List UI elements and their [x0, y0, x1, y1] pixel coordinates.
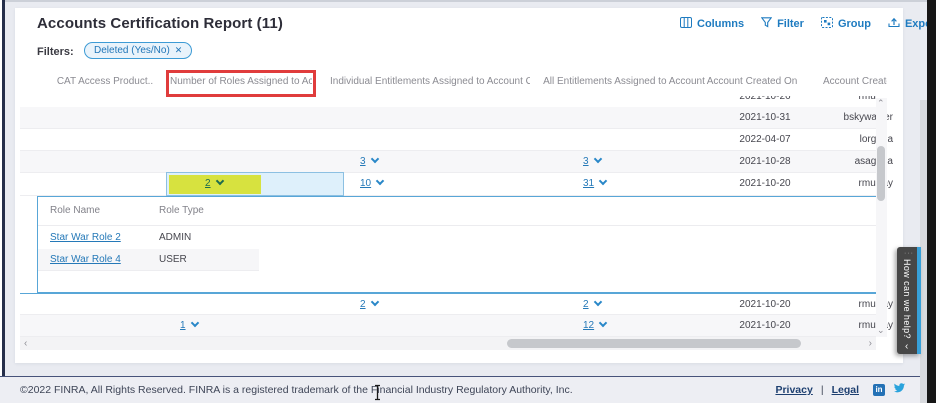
role-row[interactable]: Star War Role 2 ADMIN	[38, 227, 877, 249]
filter-icon	[761, 17, 772, 31]
scroll-left-icon[interactable]: ‹	[24, 337, 27, 350]
col-header-created-on[interactable]: Account Created On	[702, 76, 802, 87]
chevron-down-icon[interactable]	[376, 177, 384, 185]
app-window: Accounts Certification Report (11) Colum…	[0, 0, 936, 403]
all-entitlements-link[interactable]: 3	[583, 151, 601, 173]
group-button[interactable]: Group	[821, 17, 871, 31]
help-tab-label: How can we help?	[902, 259, 912, 339]
all-entitlements-link[interactable]: 2	[583, 294, 601, 316]
table-row-clipped[interactable]: 2021-10-26 rmurray	[20, 96, 876, 107]
roles-count-link[interactable]: 2	[205, 173, 223, 195]
window-top-edge	[0, 0, 936, 2]
group-icon	[821, 17, 833, 31]
chevron-down-icon[interactable]	[593, 155, 601, 163]
link-divider: |	[821, 384, 824, 396]
table-row[interactable]: 1 12 2021-10-20 rmurray	[20, 315, 876, 337]
chip-remove-icon[interactable]: ✕	[175, 45, 183, 56]
chevron-down-icon[interactable]	[370, 298, 378, 306]
all-entitlements-link[interactable]: 31	[583, 173, 606, 195]
table-row[interactable]: 3 3 2021-10-28 asagoua	[20, 151, 876, 173]
individual-entitlements-link[interactable]: 3	[360, 151, 378, 173]
filter-button[interactable]: Filter	[761, 17, 804, 31]
individual-entitlements-link[interactable]: 10	[360, 173, 383, 195]
legal-link[interactable]: Legal	[832, 384, 859, 396]
linkedin-icon[interactable]: in	[873, 384, 885, 396]
chevron-down-icon[interactable]	[215, 177, 223, 185]
footer: ©2022 FINRA, All Rights Reserved. FINRA …	[0, 376, 936, 403]
filter-chip-deleted[interactable]: Deleted (Yes/No) ✕	[84, 42, 192, 59]
twitter-icon[interactable]	[893, 381, 906, 399]
toolbar: Columns Filter Group Export	[680, 17, 936, 31]
footer-links: Privacy | Legal in	[775, 377, 906, 403]
horizontal-scrollbar[interactable]: ‹ ›	[20, 337, 876, 350]
left-window-border	[2, 0, 5, 403]
page-title: Accounts Certification Report (11)	[37, 15, 283, 32]
col-header-individual[interactable]: Individual Entitlements Assigned to Acco…	[330, 76, 530, 87]
table-row-expanded[interactable]: 2 10 31 2021-10-20 rmurray	[20, 173, 876, 196]
table-row[interactable]: 2 2 2021-10-20 rmurray	[20, 293, 876, 315]
scroll-down-icon[interactable]: ⌄	[877, 325, 885, 336]
role-type-header: Role Type	[159, 205, 204, 216]
all-entitlements-link[interactable]: 12	[583, 315, 606, 337]
columns-button[interactable]: Columns	[680, 17, 744, 31]
columns-icon	[680, 17, 692, 31]
privacy-link[interactable]: Privacy	[775, 384, 812, 396]
table-row[interactable]: 2021-10-31 bskywalker	[20, 107, 876, 129]
export-icon	[888, 17, 900, 31]
vertical-scrollbar-thumb[interactable]	[877, 146, 885, 201]
chevron-down-icon[interactable]	[593, 298, 601, 306]
individual-entitlements-link[interactable]: 2	[360, 294, 378, 316]
horizontal-scrollbar-thumb[interactable]	[507, 339, 801, 348]
selected-roles-cell[interactable]: 2	[166, 172, 344, 196]
chevron-down-icon[interactable]	[370, 155, 378, 163]
help-tab[interactable]: ··· How can we help? ‹	[897, 247, 921, 354]
vertical-scrollbar[interactable]: ⌃ ⌄	[876, 98, 887, 337]
chevron-down-icon[interactable]	[599, 177, 607, 185]
role-link[interactable]: Star War Role 4	[50, 249, 121, 271]
col-header-roles[interactable]: Number of Roles Assigned to Accounts	[170, 76, 312, 87]
filters-label: Filters:	[37, 46, 74, 58]
col-header-cat[interactable]: CAT Access Product..	[40, 76, 170, 87]
col-header-all[interactable]: All Entitlements Assigned to Account	[538, 76, 710, 87]
drag-handle-icon: ···	[904, 250, 914, 257]
col-header-created-by[interactable]: Account Created B	[823, 76, 887, 87]
roles-count-link[interactable]: 1	[180, 315, 198, 337]
role-link[interactable]: Star War Role 2	[50, 227, 121, 249]
text-cursor	[373, 384, 382, 403]
panel-header-divider	[38, 225, 877, 226]
copyright-text: ©2022 FINRA, All Rights Reserved. FINRA …	[20, 377, 573, 403]
scroll-up-icon[interactable]: ⌃	[877, 98, 885, 109]
role-detail-panel: Role Name Role Type Star War Role 2 ADMI…	[37, 196, 878, 293]
right-window-border	[927, 0, 936, 403]
table-row[interactable]: 2022-04-07 lorgana	[20, 129, 876, 151]
role-name-header: Role Name	[50, 205, 100, 216]
chevron-down-icon[interactable]	[190, 319, 198, 327]
collapse-chevron-icon[interactable]: ‹	[905, 341, 908, 352]
role-row[interactable]: Star War Role 4 USER	[38, 249, 259, 271]
scroll-right-icon[interactable]: ›	[869, 337, 872, 350]
chevron-down-icon[interactable]	[599, 319, 607, 327]
